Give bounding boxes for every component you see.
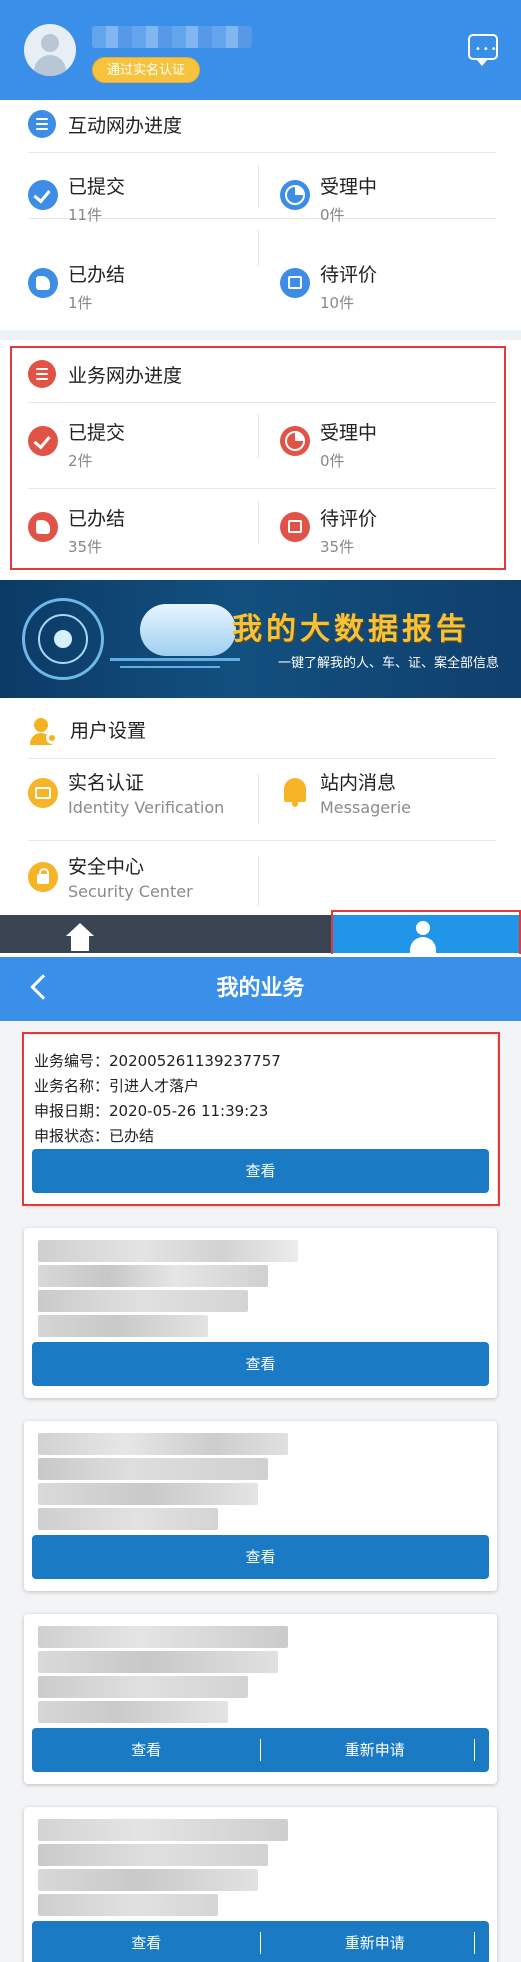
profile-header: 通过实名认证 ••• [0, 0, 521, 100]
stat-submitted[interactable]: 已提交 11件 [28, 172, 228, 242]
business-card: 查看 [24, 1421, 497, 1591]
list-icon [28, 110, 56, 138]
my-business-header: 我的业务 [0, 957, 521, 1021]
home-icon [66, 923, 94, 951]
redacted-content [38, 1433, 288, 1533]
banner-subtitle: 一键了解我的人、车、证、案全部信息 [278, 656, 500, 671]
view-button[interactable]: 查看 [32, 1728, 261, 1772]
cloud-icon [140, 604, 236, 656]
view-button[interactable]: 查看 [32, 1342, 489, 1386]
business-card: 查看 重新申请 [24, 1807, 497, 1962]
business-card: 查看 重新申请 [24, 1614, 497, 1784]
message-icon[interactable]: ••• [468, 34, 498, 66]
user-settings-title: 用户设置 [70, 720, 147, 742]
interactive-progress-section: 互动网办进度 已提交 11件 受理中 0件 已办结 1件 待评价 10件 [0, 100, 521, 312]
highlight-box [22, 1032, 500, 1206]
bell-icon [284, 778, 306, 807]
reapply-button[interactable]: 重新申请 [261, 1728, 490, 1772]
verify-badge: 通过实名认证 [92, 57, 201, 83]
business-card: 查看 [24, 1228, 497, 1398]
tab-home[interactable] [0, 915, 170, 953]
section-title: 互动网办进度 [68, 114, 183, 137]
page-title: 我的业务 [216, 976, 305, 1001]
pie-icon [280, 180, 310, 210]
stat-completed[interactable]: 已办结 1件 [28, 260, 228, 330]
screen: 通过实名认证 ••• 互动网办进度 已提交 11件 受理中 0件 已办结 1件 [0, 0, 521, 1962]
redacted-content [38, 1819, 288, 1919]
stat-to-evaluate[interactable]: 待评价 10件 [280, 260, 480, 330]
highlight-box [331, 910, 521, 954]
highlight-box [10, 346, 506, 570]
banner-title: 我的大数据报告 [232, 612, 470, 647]
action-button-group: 查看 重新申请 [32, 1728, 489, 1772]
view-button[interactable]: 查看 [32, 1535, 489, 1579]
big-data-report-banner[interactable]: 我的大数据报告 一键了解我的人、车、证、案全部信息 [0, 580, 521, 698]
lock-icon [28, 862, 58, 892]
redacted-content [38, 1626, 288, 1726]
settings-messages[interactable]: 站内消息 Messagerie [280, 768, 500, 828]
id-card-icon [28, 778, 58, 808]
view-button[interactable]: 查看 [32, 1921, 261, 1962]
reapply-button[interactable]: 重新申请 [261, 1921, 490, 1962]
interactive-progress-header: 互动网办进度 [28, 104, 182, 144]
tab-map[interactable] [170, 915, 423, 953]
action-button-group: 查看 重新申请 [32, 1921, 489, 1962]
check-icon [28, 180, 58, 210]
user-settings-icon [28, 716, 58, 746]
thumbs-up-icon [280, 268, 310, 298]
username-redacted [92, 26, 252, 48]
redacted-content [38, 1240, 298, 1340]
avatar[interactable] [24, 24, 76, 76]
settings-identity-verification[interactable]: 实名认证 Identity Verification [28, 768, 248, 828]
settings-security-center[interactable]: 安全中心 Security Center [28, 852, 248, 912]
stamp-icon [28, 268, 58, 298]
stat-processing[interactable]: 受理中 0件 [280, 172, 480, 242]
